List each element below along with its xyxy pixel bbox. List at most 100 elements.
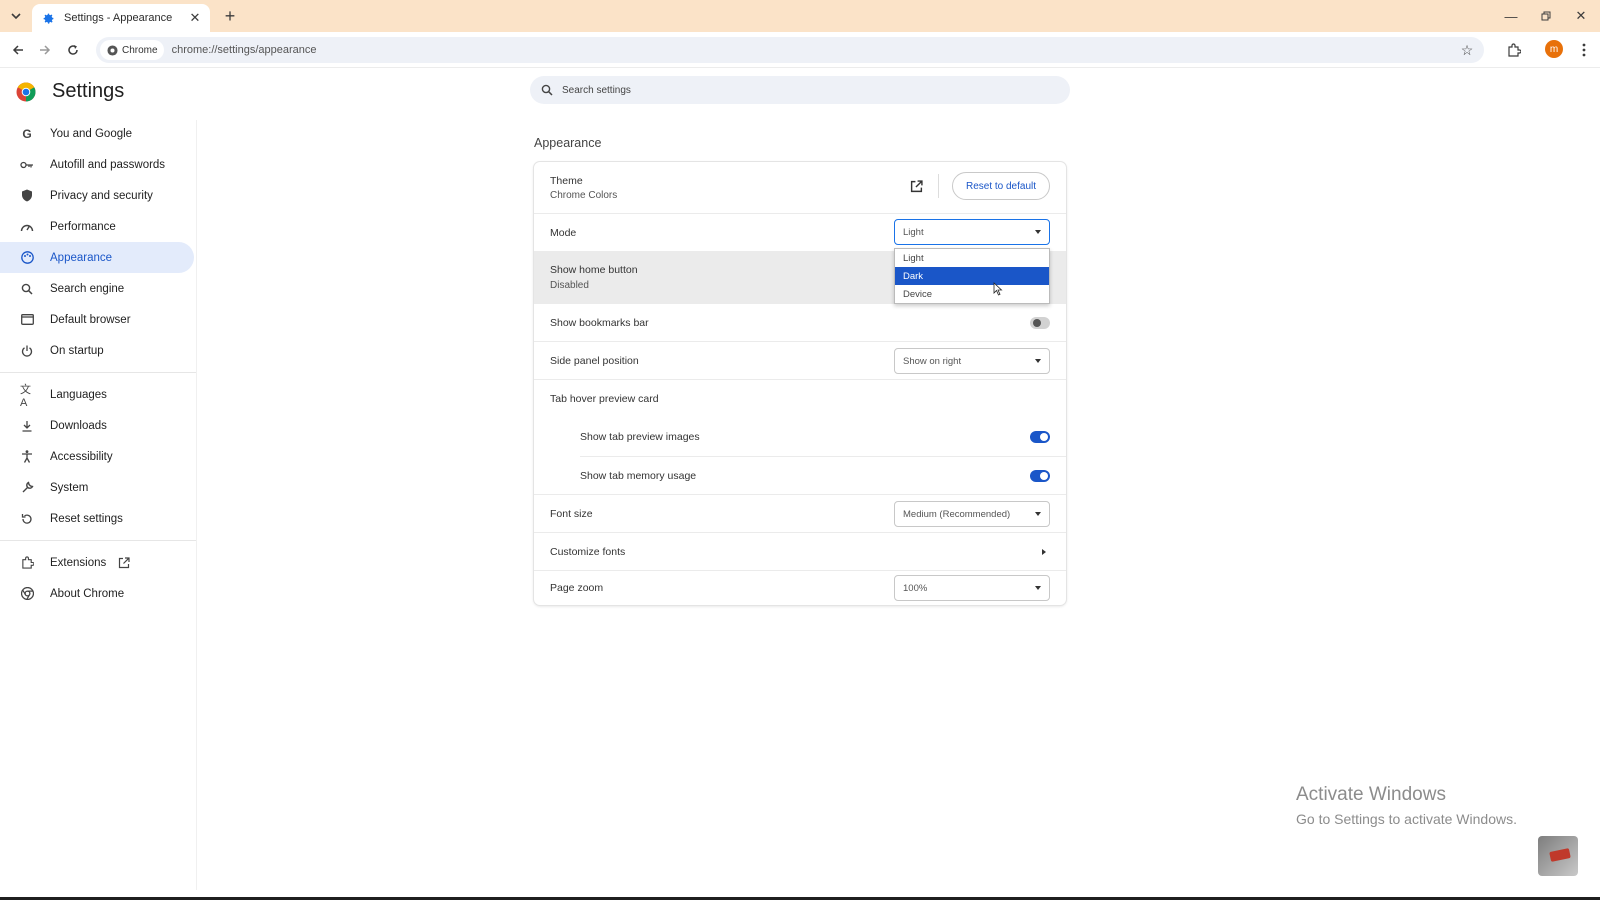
- side-panel-select[interactable]: Show on right: [894, 348, 1050, 374]
- sidebar-item-label: System: [50, 481, 89, 494]
- chrome-logo-icon: [16, 82, 36, 102]
- mode-option-device[interactable]: Device: [895, 285, 1049, 303]
- palette-icon: [20, 251, 34, 265]
- page-zoom-row: Page zoom 100%: [534, 571, 1066, 605]
- browser-window-icon: [20, 313, 34, 327]
- sidebar-item-extensions[interactable]: Extensions: [0, 547, 194, 578]
- mouse-cursor-icon: [993, 282, 1003, 296]
- tab-search-chevron-icon[interactable]: [6, 7, 26, 25]
- search-icon: [20, 282, 34, 296]
- sidebar-item-label: Autofill and passwords: [50, 158, 166, 171]
- sidebar-item-system[interactable]: System: [0, 472, 194, 503]
- sidebar-item-on-startup[interactable]: On startup: [0, 335, 194, 366]
- speedometer-icon: [20, 220, 34, 234]
- site-info-chip[interactable]: Chrome: [100, 40, 164, 60]
- forward-arrow-icon[interactable]: [35, 40, 55, 60]
- minimize-icon[interactable]: —: [1496, 4, 1526, 28]
- tab-close-icon[interactable]: ✕: [188, 10, 202, 25]
- mode-select[interactable]: Light: [894, 219, 1050, 245]
- sidebar-item-label: Languages: [50, 388, 107, 401]
- preview-images-toggle[interactable]: [1030, 431, 1050, 443]
- sidebar-item-label: About Chrome: [50, 587, 125, 600]
- mode-option-dark[interactable]: Dark: [895, 267, 1049, 285]
- profile-avatar[interactable]: m: [1545, 40, 1563, 58]
- appearance-card: Theme Chrome Colors Reset to default Mod…: [534, 162, 1066, 605]
- mode-dropdown-list: Light Dark Device: [894, 248, 1050, 304]
- sidebar-item-label: Extensions: [50, 556, 107, 569]
- sidebar-item-label: You and Google: [50, 127, 133, 140]
- tab-strip: Settings - Appearance ✕ + — ✕: [0, 0, 1600, 32]
- home-button-label: Show home button: [550, 264, 638, 276]
- restore-icon[interactable]: [1531, 4, 1561, 28]
- translate-icon: 文A: [20, 383, 31, 409]
- browser-tab[interactable]: Settings - Appearance ✕: [32, 4, 210, 32]
- chrome-logo-icon: [20, 587, 34, 601]
- home-button-value: Disabled: [550, 280, 589, 291]
- chevron-down-icon: [1035, 512, 1041, 516]
- font-size-label: Font size: [550, 508, 593, 520]
- chip-label: Chrome: [122, 44, 158, 56]
- bookmark-star-icon[interactable]: ☆: [1458, 41, 1476, 59]
- sidebar-item-languages[interactable]: 文A Languages: [0, 379, 194, 410]
- url-text: chrome://settings/appearance: [171, 44, 317, 56]
- customize-fonts-label: Customize fonts: [550, 546, 626, 558]
- chevron-down-icon: [1035, 586, 1041, 590]
- bookmarks-bar-row: Show bookmarks bar: [534, 304, 1066, 342]
- power-icon: [20, 344, 34, 358]
- reset-icon: [20, 512, 34, 526]
- corner-thumbnail-image: [1538, 836, 1578, 876]
- sidebar-item-reset-settings[interactable]: Reset settings: [0, 503, 194, 534]
- mode-row: Mode Light: [534, 214, 1066, 252]
- sidebar-item-performance[interactable]: Performance: [0, 211, 194, 242]
- extensions-puzzle-icon[interactable]: [1504, 40, 1524, 60]
- customize-fonts-row[interactable]: Customize fonts: [534, 533, 1066, 571]
- address-bar[interactable]: Chrome chrome://settings/appearance ☆: [96, 37, 1484, 63]
- wrench-icon: [20, 481, 34, 495]
- sidebar-item-downloads[interactable]: Downloads: [0, 410, 194, 441]
- sidebar-item-label: Downloads: [50, 419, 107, 432]
- sidebar-item-you-and-google[interactable]: G You and Google: [0, 118, 194, 149]
- toggle-knob: [1040, 472, 1048, 480]
- mode-option-light[interactable]: Light: [895, 249, 1049, 267]
- gear-icon: [40, 10, 56, 26]
- bookmarks-bar-toggle[interactable]: [1030, 317, 1050, 329]
- page-zoom-label: Page zoom: [550, 582, 604, 594]
- reset-to-default-button[interactable]: Reset to default: [952, 172, 1050, 200]
- reload-icon[interactable]: [63, 40, 83, 60]
- toggle-knob: [1040, 433, 1048, 441]
- thumbnail-red-key: [1549, 848, 1571, 862]
- sidebar-item-privacy[interactable]: Privacy and security: [0, 180, 194, 211]
- back-arrow-icon[interactable]: [8, 40, 28, 60]
- memory-usage-toggle[interactable]: [1030, 470, 1050, 482]
- sidebar-item-search-engine[interactable]: Search engine: [0, 273, 194, 304]
- shield-icon: [20, 189, 34, 203]
- new-tab-plus-icon[interactable]: +: [220, 6, 240, 26]
- sidebar-item-appearance[interactable]: Appearance: [0, 242, 194, 273]
- key-icon: [20, 158, 34, 172]
- download-icon: [20, 419, 34, 433]
- preview-images-label: Show tab preview images: [580, 431, 700, 443]
- search-icon: [540, 83, 554, 97]
- accessibility-icon: [20, 450, 34, 464]
- section-title: Appearance: [534, 136, 602, 150]
- sidebar-item-default-browser[interactable]: Default browser: [0, 304, 194, 335]
- search-settings-input[interactable]: Search settings: [530, 76, 1070, 104]
- sidebar-item-accessibility[interactable]: Accessibility: [0, 441, 194, 472]
- theme-label: Theme: [550, 175, 583, 187]
- external-link-icon[interactable]: [908, 178, 924, 194]
- hover-card-label: Tab hover preview card: [550, 393, 659, 405]
- activate-windows-subtitle: Go to Settings to activate Windows.: [1296, 811, 1517, 827]
- page-zoom-select[interactable]: 100%: [894, 575, 1050, 601]
- sidebar-item-label: Accessibility: [50, 450, 113, 463]
- sidebar-item-label: Search engine: [50, 282, 125, 295]
- chrome-logo-icon: [106, 44, 118, 56]
- theme-row: Theme Chrome Colors Reset to default: [534, 162, 1066, 214]
- menu-kebab-icon[interactable]: [1574, 40, 1594, 60]
- browser-toolbar: Chrome chrome://settings/appearance ☆: [0, 32, 1600, 68]
- font-size-row: Font size Medium (Recommended): [534, 495, 1066, 533]
- page-title: Settings: [52, 80, 125, 102]
- font-size-select[interactable]: Medium (Recommended): [894, 501, 1050, 527]
- sidebar-item-autofill[interactable]: Autofill and passwords: [0, 149, 194, 180]
- window-close-icon[interactable]: ✕: [1566, 4, 1596, 28]
- sidebar-item-about-chrome[interactable]: About Chrome: [0, 578, 194, 609]
